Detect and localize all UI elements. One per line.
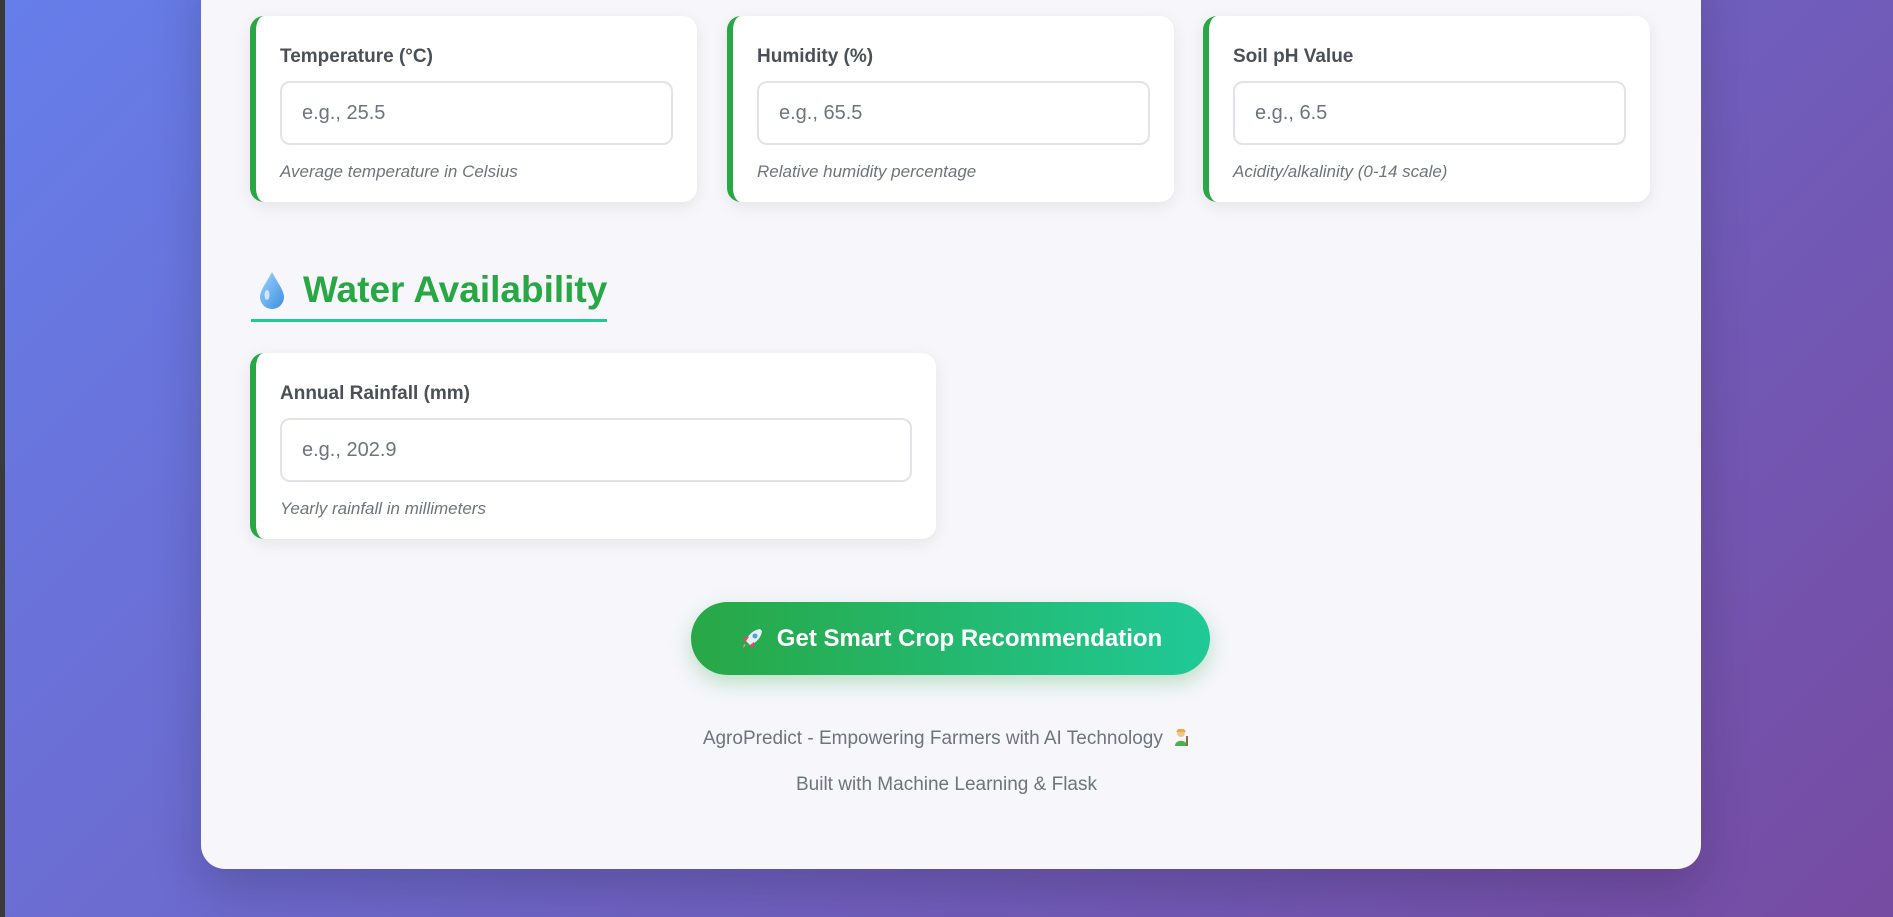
footer-tagline: AgroPredict - Empowering Farmers with AI… [0, 727, 1893, 750]
ph-hint: Acidity/alkalinity (0-14 scale) [1233, 162, 1448, 181]
humidity-hint: Relative humidity percentage [757, 162, 977, 181]
section-title: Water Availability [303, 268, 608, 310]
rainfall-input[interactable] [280, 418, 912, 482]
ph-card: Soil pH Value Acidity/alkalinity (0-14 s… [1203, 16, 1650, 202]
footer-credits: Built with Machine Learning & Flask [796, 774, 1097, 795]
rainfall-label: Annual Rainfall (mm) [280, 383, 471, 404]
water-availability-heading: Water Availability [251, 266, 608, 322]
temperature-input[interactable] [280, 81, 673, 145]
get-recommendation-button[interactable]: Get Smart Crop Recommendation [691, 602, 1210, 675]
humidity-card: Humidity (%) Relative humidity percentag… [727, 16, 1174, 202]
temperature-label: Temperature (°C) [280, 46, 433, 67]
temperature-card: Temperature (°C) Average temperature in … [250, 16, 697, 202]
humidity-input[interactable] [757, 81, 1150, 145]
rocket-icon [739, 626, 765, 652]
rainfall-hint: Yearly rainfall in millimeters [280, 499, 486, 518]
get-recommendation-label: Get Smart Crop Recommendation [776, 624, 1163, 652]
rainfall-card: Annual Rainfall (mm) Yearly rainfall in … [250, 353, 936, 539]
farmer-icon [1172, 727, 1190, 747]
footer-tagline-text: AgroPredict - Empowering Farmers with AI… [702, 728, 1163, 749]
ph-input[interactable] [1233, 81, 1626, 145]
water-drop-icon [257, 270, 287, 310]
temperature-hint: Average temperature in Celsius [280, 162, 518, 181]
humidity-label: Humidity (%) [757, 46, 874, 67]
ph-label: Soil pH Value [1233, 46, 1354, 67]
